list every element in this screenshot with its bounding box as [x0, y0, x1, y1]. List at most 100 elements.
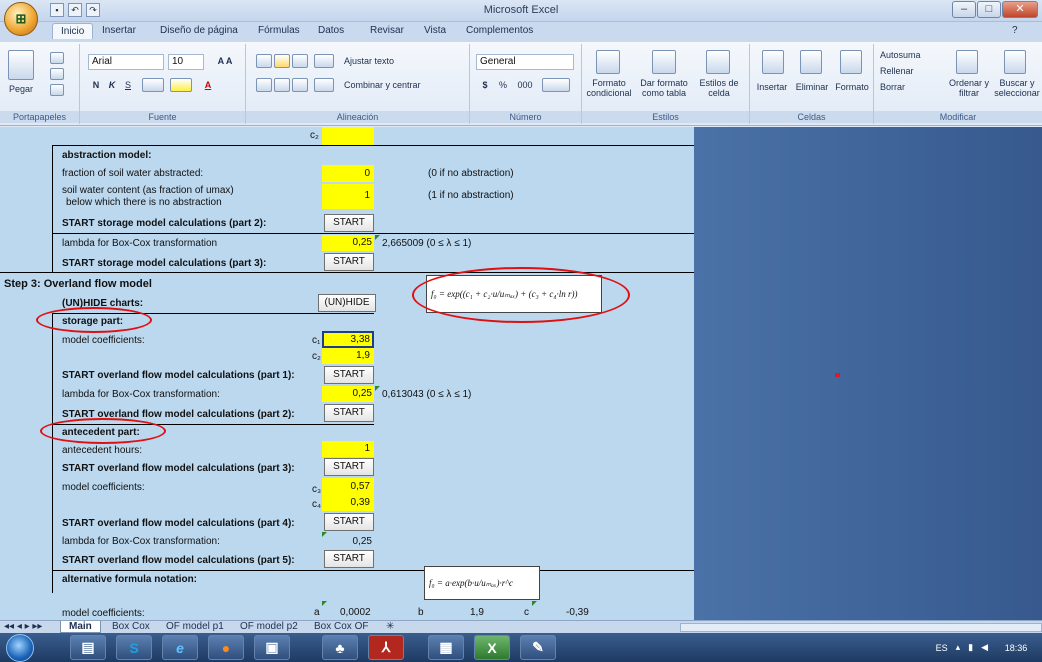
start-of-2-button[interactable]: START: [324, 404, 374, 422]
border-icon[interactable]: [142, 78, 164, 92]
tab-datos[interactable]: Datos: [318, 25, 344, 36]
delete-cells-icon[interactable]: [800, 50, 822, 74]
start-storage-3-button[interactable]: START: [324, 253, 374, 271]
conditional-format-button[interactable]: Formato condicional: [584, 78, 634, 98]
align-bottom-icon[interactable]: [292, 54, 308, 68]
align-left-icon[interactable]: [256, 78, 272, 92]
indent-icon[interactable]: [314, 78, 334, 92]
cell-styles-icon[interactable]: [706, 50, 730, 74]
insert-cells-button[interactable]: Insertar: [752, 82, 792, 92]
autosum-button[interactable]: Autosuma: [880, 50, 946, 60]
start-button[interactable]: [6, 634, 34, 662]
clock[interactable]: 18:36: [996, 643, 1036, 653]
skype-icon[interactable]: S: [116, 635, 152, 660]
tray-arrow-icon[interactable]: ▴: [956, 642, 961, 653]
start-of-5-button[interactable]: START: [324, 550, 374, 568]
paste-icon[interactable]: [8, 50, 34, 80]
currency-button[interactable]: $: [478, 80, 492, 90]
ie-icon[interactable]: e: [162, 635, 198, 660]
tab-nav-arrows[interactable]: ◂◂ ◂ ▸ ▸▸: [2, 621, 44, 633]
sheet-tab-main[interactable]: Main: [60, 621, 101, 633]
format-painter-icon[interactable]: [50, 84, 64, 96]
decimal-icon[interactable]: [542, 78, 570, 92]
office-button[interactable]: ⊞: [4, 2, 38, 36]
start-of-3-button[interactable]: START: [324, 458, 374, 476]
cut-icon[interactable]: [50, 52, 64, 64]
find-select-button[interactable]: Buscar y seleccionar: [992, 78, 1042, 98]
error-indicator: [322, 601, 327, 606]
firefox-icon[interactable]: ●: [208, 635, 244, 660]
delete-cells-button[interactable]: Eliminar: [792, 82, 832, 92]
orientation-icon[interactable]: [314, 54, 334, 68]
publisher-icon[interactable]: ▦: [428, 635, 464, 660]
tab-vista[interactable]: Vista: [424, 25, 446, 36]
tab-complementos[interactable]: Complementos: [466, 25, 533, 36]
percent-button[interactable]: %: [496, 80, 510, 90]
tab-revisar[interactable]: Revisar: [370, 25, 404, 36]
new-sheet-icon[interactable]: ✳: [378, 621, 402, 633]
format-table-icon[interactable]: [652, 50, 676, 74]
network-icon[interactable]: ▮: [968, 642, 973, 653]
sheet-tab-box-cox-of[interactable]: Box Cox OF: [306, 621, 376, 633]
pdf-icon[interactable]: ⅄: [368, 635, 404, 660]
tab-diseno[interactable]: Diseño de página: [160, 25, 238, 36]
worksheet[interactable]: c₂ abstraction model: fraction of soil w…: [0, 127, 694, 620]
maximize-button[interactable]: □: [977, 1, 1001, 18]
c4-label: c₄: [312, 499, 322, 510]
abs-frac-value: 0: [364, 168, 370, 179]
tab-insertar[interactable]: Insertar: [102, 25, 136, 36]
font-color-button[interactable]: A: [198, 80, 218, 90]
thousands-button[interactable]: 000: [514, 80, 536, 90]
excel-taskbar-icon[interactable]: X: [474, 635, 510, 660]
align-middle-icon[interactable]: [274, 54, 290, 68]
font-size-combo[interactable]: 10: [168, 54, 204, 70]
cell-styles-button[interactable]: Estilos de celda: [694, 78, 744, 98]
sort-filter-icon[interactable]: [956, 50, 978, 74]
sheet-tab-box-cox[interactable]: Box Cox: [104, 621, 158, 633]
start-of-1-button[interactable]: START: [324, 366, 374, 384]
fill-color-icon[interactable]: [170, 78, 192, 92]
font-name-combo[interactable]: Arial: [88, 54, 164, 70]
find-select-icon[interactable]: [1004, 50, 1026, 74]
help-icon[interactable]: ?: [1012, 25, 1018, 36]
underline-button[interactable]: S: [122, 80, 134, 90]
clear-button[interactable]: Borrar: [880, 82, 946, 92]
align-center-icon[interactable]: [274, 78, 290, 92]
tab-formulas[interactable]: Fórmulas: [258, 25, 300, 36]
start-storage-2-button[interactable]: START: [324, 214, 374, 232]
media-icon[interactable]: ▣: [254, 635, 290, 660]
merge-center-button[interactable]: Combinar y centrar: [344, 80, 454, 90]
paint-icon[interactable]: ✎: [520, 635, 556, 660]
number-format-combo[interactable]: General: [476, 54, 574, 70]
format-cells-button[interactable]: Formato: [832, 82, 872, 92]
start-of-4-button[interactable]: START: [324, 513, 374, 531]
sheet-tab-of-model-p2[interactable]: OF model p2: [232, 621, 306, 633]
language-indicator[interactable]: ES: [936, 643, 948, 653]
fill-button[interactable]: Rellenar: [880, 66, 946, 76]
lambda-label-1: lambda for Box-Cox transformation: [62, 238, 218, 249]
c2-top-cell[interactable]: [322, 127, 374, 145]
explorer-icon[interactable]: ▤: [70, 635, 106, 660]
tab-inicio[interactable]: Inicio: [52, 23, 94, 39]
horizontal-scrollbar[interactable]: [680, 623, 1042, 632]
copy-icon[interactable]: [50, 68, 64, 80]
unhide-button[interactable]: (UN)HIDE: [318, 294, 376, 312]
insert-cells-icon[interactable]: [762, 50, 784, 74]
sheet-tab-of-model-p1[interactable]: OF model p1: [158, 621, 232, 633]
align-right-icon[interactable]: [292, 78, 308, 92]
network-app-icon[interactable]: ♣: [322, 635, 358, 660]
sort-filter-button[interactable]: Ordenar y filtrar: [946, 78, 992, 98]
italic-button[interactable]: K: [106, 80, 118, 90]
minimize-button[interactable]: –: [952, 1, 976, 18]
format-table-button[interactable]: Dar formato como tabla: [638, 78, 690, 98]
lambda-note-2: 0,613043 (0 ≤ λ ≤ 1): [382, 389, 472, 400]
format-cells-icon[interactable]: [840, 50, 862, 74]
conditional-format-icon[interactable]: [596, 50, 620, 74]
wrap-text-button[interactable]: Ajustar texto: [344, 56, 414, 66]
volume-icon[interactable]: ◀: [981, 642, 988, 653]
align-top-icon[interactable]: [256, 54, 272, 68]
close-button[interactable]: ✕: [1002, 1, 1038, 18]
bold-button[interactable]: N: [90, 80, 102, 90]
grow-font-button[interactable]: A A: [210, 56, 240, 66]
paste-button[interactable]: Pegar: [4, 84, 38, 94]
